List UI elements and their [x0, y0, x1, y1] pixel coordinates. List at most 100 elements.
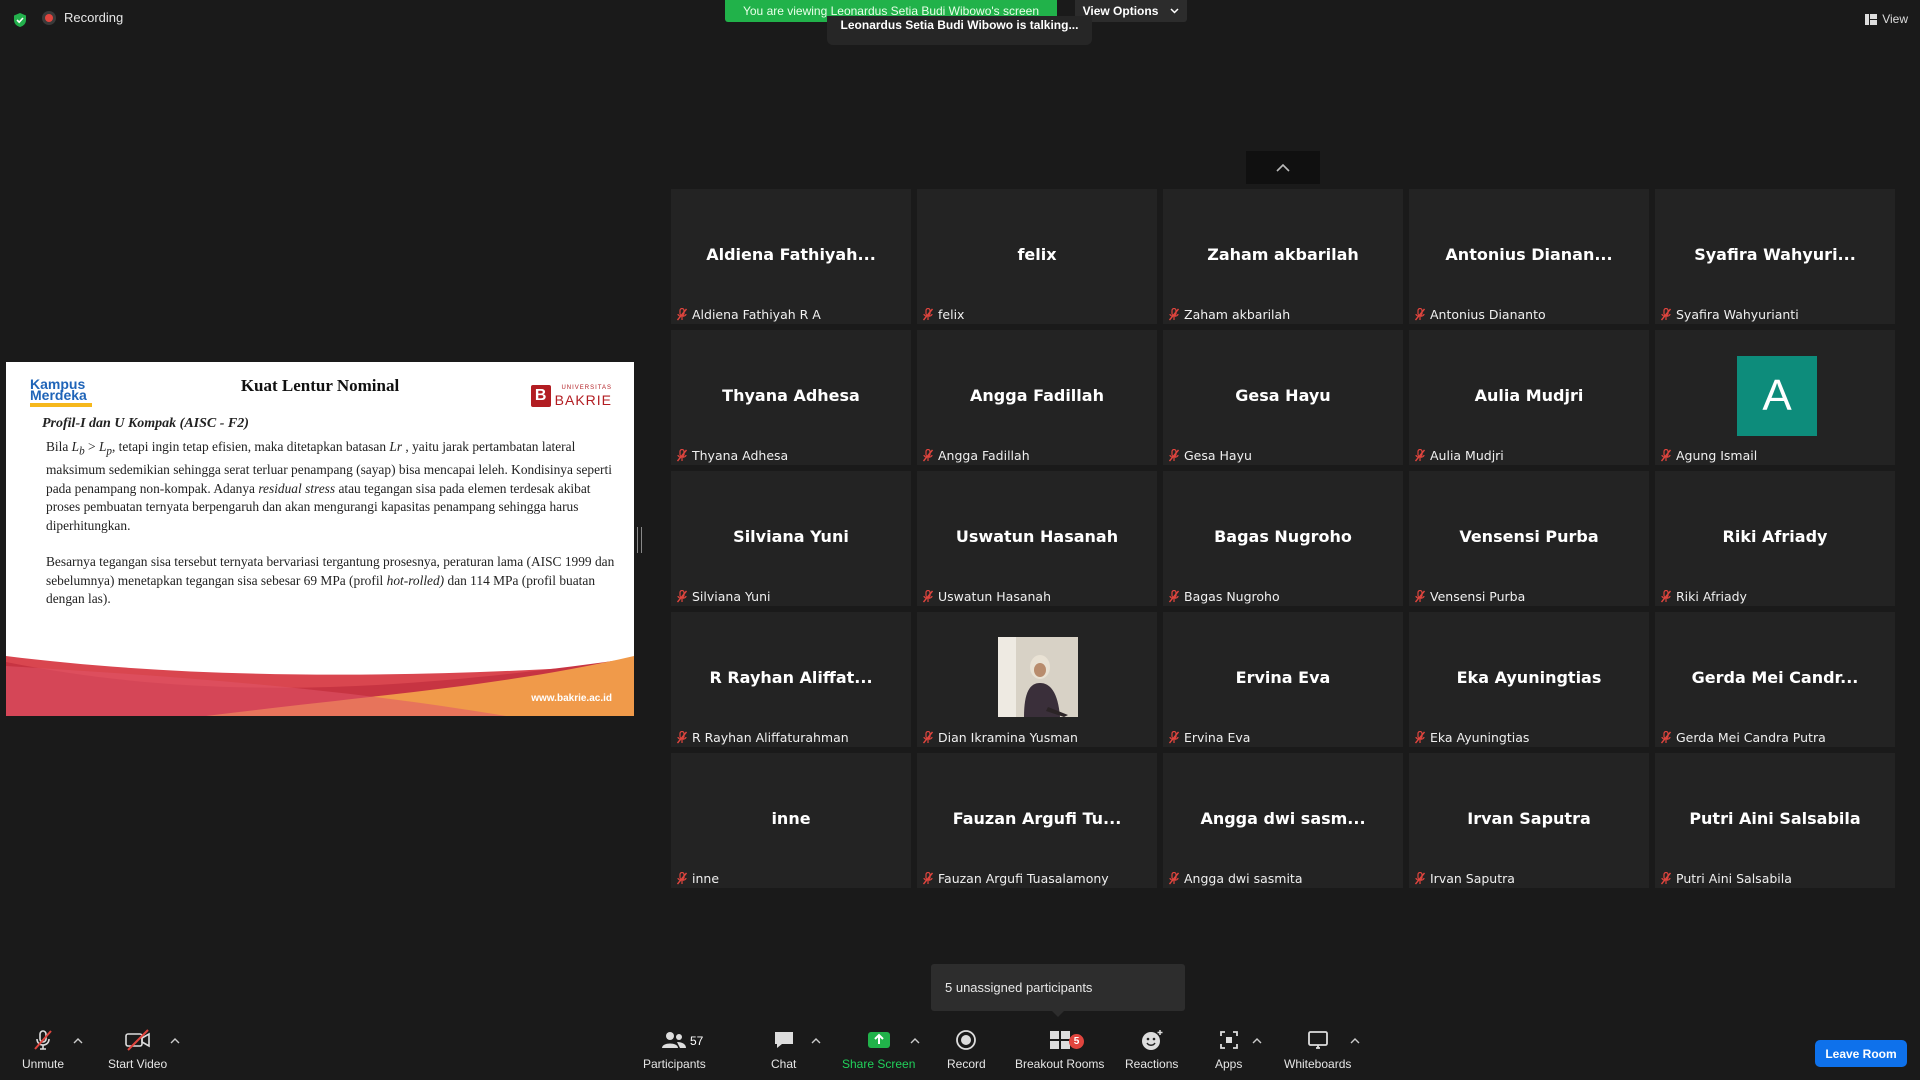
participant-tile[interactable]: Ervina Eva Ervina Eva: [1163, 612, 1403, 747]
participant-display-name: R Rayhan Aliffat...: [709, 668, 873, 687]
participant-tile[interactable]: R Rayhan Aliffat... R Rayhan Aliffaturahm…: [671, 612, 911, 747]
chat-label: Chat: [771, 1057, 797, 1071]
view-options-label: View Options: [1082, 4, 1159, 18]
participant-name-label: Thyana Adhesa: [676, 448, 789, 463]
audio-options-caret[interactable]: [73, 1037, 83, 1045]
whiteboards-button[interactable]: Whiteboards: [1284, 1028, 1351, 1071]
breakout-rooms-button[interactable]: Breakout Rooms: [1015, 1028, 1104, 1071]
participant-tile[interactable]: Angga dwi sasm... Angga dwi sasmita: [1163, 753, 1403, 888]
recording-indicator[interactable]: Recording: [42, 10, 123, 25]
leave-room-button[interactable]: Leave Room: [1815, 1040, 1907, 1067]
chat-bubble-icon: [774, 1032, 793, 1048]
participant-display-name: Eka Ayuningtias: [1456, 668, 1602, 687]
participant-tile[interactable]: Uswatun Hasanah Uswatun Hasanah: [917, 471, 1157, 606]
video-options-caret[interactable]: [170, 1037, 180, 1045]
participant-display-name: Irvan Saputra: [1467, 809, 1591, 828]
participant-display-name: Riki Afriady: [1722, 527, 1828, 546]
encryption-shield-icon[interactable]: [12, 12, 28, 28]
participant-tile[interactable]: Aldiena Fathiyah... Aldiena Fathiyah R A: [671, 189, 911, 324]
participant-display-name: Gerda Mei Candr...: [1691, 668, 1859, 687]
apps-options-caret[interactable]: [1252, 1037, 1262, 1045]
unmute-button[interactable]: Unmute: [22, 1028, 64, 1071]
participant-tile[interactable]: Riki Afriady Riki Afriady: [1655, 471, 1895, 606]
whiteboards-options-caret[interactable]: [1350, 1037, 1360, 1045]
participant-display-name: Bagas Nugroho: [1214, 527, 1352, 546]
unassigned-participants-tooltip: 5 unassigned participants: [931, 964, 1185, 1017]
participant-display-name: Angga Fadillah: [970, 386, 1104, 405]
gallery-collapse-button[interactable]: [1246, 151, 1320, 184]
chat-button[interactable]: Chat: [771, 1028, 796, 1071]
reactions-button[interactable]: Reactions: [1125, 1028, 1178, 1071]
participant-tile[interactable]: A Agung Ismail: [1655, 330, 1895, 465]
participants-label: Participants: [643, 1057, 706, 1071]
muted-mic-icon: [1660, 448, 1672, 462]
slide-website: www.bakrie.ac.id: [531, 693, 612, 704]
participant-tile[interactable]: Dian Ikramina Yusman: [917, 612, 1157, 747]
participant-tile[interactable]: Putri Aini Salsabila Putri Aini Salsabila: [1655, 753, 1895, 888]
participant-name: Ervina Eva: [1184, 730, 1251, 745]
record-button[interactable]: Record: [947, 1028, 986, 1071]
grid-view-icon: [1865, 13, 1878, 25]
start-video-label: Start Video: [108, 1057, 168, 1071]
slide-paragraph-1: Bila Lb > Lp, tetapi ingin tetap efisien…: [46, 439, 612, 534]
participant-gallery: Aldiena Fathiyah... Aldiena Fathiyah R A f…: [671, 189, 1895, 888]
participant-tile[interactable]: inne inne: [671, 753, 911, 888]
participant-tile[interactable]: felix felix: [917, 189, 1157, 324]
participant-display-name: Syafira Wahyuri...: [1694, 245, 1856, 264]
whiteboard-icon: [1307, 1031, 1328, 1049]
participant-tile[interactable]: Angga Fadillah Angga Fadillah: [917, 330, 1157, 465]
participant-tile[interactable]: Thyana Adhesa Thyana Adhesa: [671, 330, 911, 465]
share-options-caret[interactable]: [910, 1037, 920, 1045]
muted-mic-icon: [676, 307, 688, 321]
participant-tile[interactable]: Vensensi Purba Vensensi Purba: [1409, 471, 1649, 606]
chat-options-caret[interactable]: [811, 1037, 821, 1045]
split-view-handle[interactable]: [637, 527, 642, 553]
share-screen-label: Share Screen: [842, 1057, 916, 1071]
participant-display-name: Gesa Hayu: [1235, 386, 1331, 405]
muted-mic-icon: [922, 448, 934, 462]
participant-tile[interactable]: Eka Ayuningtias Eka Ayuningtias: [1409, 612, 1649, 747]
share-screen-button[interactable]: Share Screen: [842, 1028, 915, 1071]
shared-screen[interactable]: Kampus Merdeka Kuat Lentur Nominal B UNI…: [6, 362, 634, 716]
participant-tile[interactable]: Fauzan Argufi Tu... Fauzan Argufi Tuasala…: [917, 753, 1157, 888]
participant-name-label: Putri Aini Salsabila: [1660, 871, 1792, 886]
view-button[interactable]: View: [1865, 12, 1908, 26]
participant-display-name: Uswatun Hasanah: [955, 527, 1119, 546]
participant-name: Aldiena Fathiyah R A: [692, 307, 821, 322]
participant-tile[interactable]: Bagas Nugroho Bagas Nugroho: [1163, 471, 1403, 606]
muted-mic-icon: [1414, 589, 1426, 603]
participant-tile[interactable]: Zaham akbarilah Zaham akbarilah: [1163, 189, 1403, 324]
participant-name-label: Zaham akbarilah: [1168, 307, 1290, 322]
participant-tile[interactable]: Antonius Dianan... Antonius Diananto: [1409, 189, 1649, 324]
apps-button[interactable]: Apps: [1215, 1028, 1242, 1071]
start-video-button[interactable]: Start Video: [108, 1028, 167, 1071]
participant-name: Thyana Adhesa: [692, 448, 789, 463]
unassigned-participants-text: 5 unassigned participants: [945, 980, 1093, 995]
participant-name: Irvan Saputra: [1430, 871, 1515, 886]
participant-name: Putri Aini Salsabila: [1676, 871, 1792, 886]
participant-tile[interactable]: Gesa Hayu Gesa Hayu: [1163, 330, 1403, 465]
participant-avatar: A: [1737, 356, 1817, 436]
participant-tile[interactable]: Aulia Mudjri Aulia Mudjri: [1409, 330, 1649, 465]
participant-tile[interactable]: Silviana Yuni Silviana Yuni: [671, 471, 911, 606]
participant-tile[interactable]: Syafira Wahyuri... Syafira Wahyurianti: [1655, 189, 1895, 324]
participant-display-name: Putri Aini Salsabila: [1689, 809, 1861, 828]
participant-name-label: Angga Fadillah: [922, 448, 1030, 463]
participant-name-label: Antonius Diananto: [1414, 307, 1546, 322]
participant-name-label: Irvan Saputra: [1414, 871, 1515, 886]
microphone-muted-icon: [34, 1030, 52, 1050]
muted-mic-icon: [1168, 871, 1180, 885]
breakout-rooms-label: Breakout Rooms: [1015, 1057, 1105, 1071]
participant-name-label: Vensensi Purba: [1414, 589, 1525, 604]
muted-mic-icon: [1168, 307, 1180, 321]
muted-mic-icon: [1660, 307, 1672, 321]
participant-name: Angga dwi sasmita: [1184, 871, 1303, 886]
participant-name-label: R Rayhan Aliffaturahman: [676, 730, 849, 745]
participant-name: inne: [692, 871, 720, 886]
participant-name: Angga Fadillah: [938, 448, 1030, 463]
participant-name: Bagas Nugroho: [1184, 589, 1280, 604]
participant-tile[interactable]: Gerda Mei Candr... Gerda Mei Candra Putra: [1655, 612, 1895, 747]
participant-display-name: Zaham akbarilah: [1207, 245, 1359, 264]
participant-name: Syafira Wahyurianti: [1676, 307, 1799, 322]
participant-tile[interactable]: Irvan Saputra Irvan Saputra: [1409, 753, 1649, 888]
